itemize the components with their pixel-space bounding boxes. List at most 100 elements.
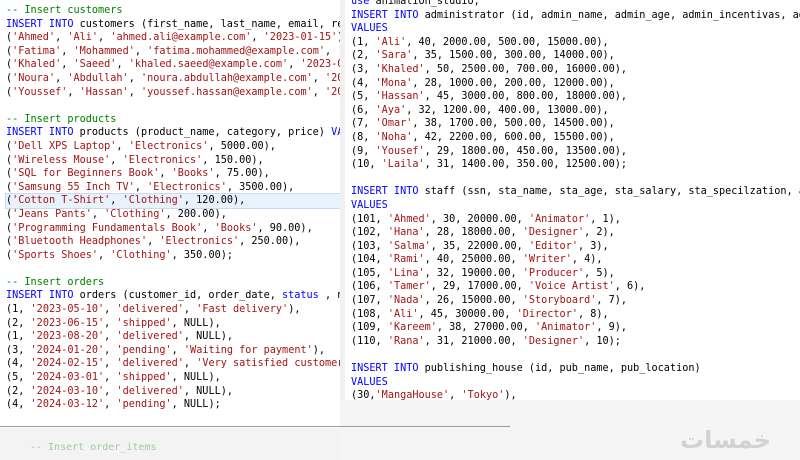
code-token: (104, [351, 254, 388, 266]
code-line[interactable]: (1, '2023-08-20', 'delivered', NULL), [6, 330, 340, 344]
code-token: (10, [351, 159, 382, 171]
code-line[interactable]: (2, 'Sara', 35, 1500.00, 300.00, 14000.0… [351, 49, 800, 63]
code-line[interactable]: ('Bluetooth Headphones', 'Electronics', … [6, 235, 340, 249]
code-token: , 150.00), [202, 154, 264, 166]
code-line[interactable]: (4, 'Mona', 28, 1000.00, 200.00, 12000.0… [351, 77, 800, 91]
code-line[interactable]: (1, '2023-05-10', 'delivered', 'Fast del… [6, 303, 340, 317]
code-token: , 29, 17000.00, [430, 281, 529, 293]
code-token: , [104, 358, 117, 370]
sql-string: 'khaled.saeed@example.com' [128, 59, 289, 71]
sql-string: 'Designer' [522, 227, 585, 239]
right-sql-editor[interactable]: use animation_studio; INSERT INTO adminis… [345, 0, 800, 400]
code-line[interactable] [351, 348, 800, 362]
code-token: (110, [351, 335, 388, 347]
code-token: , [104, 317, 117, 329]
code-line[interactable]: (102, 'Hana', 28, 18000.00, 'Designer', … [351, 226, 800, 240]
code-line[interactable]: ('Fatima', 'Mohammed', 'fatima.mohammed@… [6, 45, 340, 59]
trailing-comment: -- Insert order_items [30, 442, 157, 453]
code-line[interactable]: INSERT INTO staff (ssn, sta_name, sta_ag… [351, 185, 800, 199]
code-line[interactable] [351, 172, 800, 186]
code-line[interactable] [6, 99, 340, 113]
code-line[interactable]: (8, 'Noha', 42, 2200.00, 600.00, 15500.0… [351, 131, 800, 145]
code-line[interactable]: (107, 'Nada', 26, 15000.00, 'Storyboard'… [351, 294, 800, 308]
code-line[interactable]: INSERT INTO orders (customer_id, order_d… [6, 289, 340, 303]
code-line[interactable]: (2, '2024-03-10', 'delivered', NULL), [6, 385, 340, 399]
sql-string: 'Laila' [381, 159, 425, 171]
code-line[interactable]: ('Wireless Mouse', 'Electronics', 150.00… [6, 154, 340, 168]
code-line[interactable]: ('Jeans Pants', 'Clothing', 200.00), [6, 208, 340, 222]
code-line[interactable]: -- Insert customers [6, 4, 340, 18]
code-line[interactable]: (101, 'Ahmed', 30, 20000.00, 'Animator',… [351, 213, 800, 227]
code-line[interactable]: VALUES [351, 22, 800, 36]
sql-string: 'Rana' [387, 335, 425, 347]
code-token: animation_studio; [375, 0, 480, 7]
code-line[interactable]: INSERT INTO publishing_house (id, pub_na… [351, 362, 800, 376]
sql-string: 'Storyboard' [522, 295, 597, 307]
code-token: , 35, 1500.00, 300.00, 14000.00), [412, 50, 615, 62]
code-token: , 42, 2200.00, 600.00, 15500.00), [412, 131, 615, 143]
sql-keyword: use [351, 0, 376, 7]
code-line[interactable]: (105, 'Lina', 32, 19000.00, 'Producer', … [351, 267, 800, 281]
code-line[interactable]: (104, 'Rami', 40, 25000.00, 'Writer', 4)… [351, 253, 800, 267]
code-line[interactable]: (4, '2024-03-12', 'pending', NULL); [6, 398, 340, 412]
code-line[interactable]: ('SQL for Beginners Book', 'Books', 75.0… [6, 167, 340, 181]
code-line[interactable]: ('Samsung 55 Inch TV', 'Electronics', 35… [6, 181, 340, 195]
code-line[interactable]: (10, 'Laila', 31, 1400.00, 350.00, 12500… [351, 158, 800, 172]
sql-string: 'Books' [214, 222, 258, 234]
left-sql-editor[interactable]: -- Insert customers INSERT INTO customers… [0, 0, 340, 428]
code-line[interactable]: (5, 'Hassan', 45, 3000.00, 800.00, 18000… [351, 90, 800, 104]
sql-string: 'Sara' [375, 50, 413, 62]
code-line[interactable]: ('Ahmed', 'Ali', 'ahmed.ali@example.com'… [6, 31, 340, 45]
code-line[interactable]: use animation_studio; [351, 0, 800, 9]
code-line[interactable]: -- Insert products [6, 113, 340, 127]
code-line[interactable]: (1, 'Ali', 40, 2000.00, 500.00, 15000.00… [351, 36, 800, 50]
code-line[interactable]: -- Insert orders [6, 276, 340, 290]
code-line[interactable]: (4, '2024-02-15', 'delivered', 'Very sat… [6, 357, 340, 371]
code-line[interactable]: VALUES [351, 199, 800, 213]
sql-string: 'Aya' [375, 104, 407, 116]
code-line[interactable]: (9, 'Yousef', 29, 1800.00, 450.00, 13500… [351, 145, 800, 159]
left-code-block[interactable]: -- Insert customers INSERT INTO customers… [5, 4, 340, 412]
code-line[interactable]: VALUES [351, 376, 800, 390]
code-token: (2, [6, 385, 31, 397]
sql-string: 'Electronics' [147, 181, 227, 193]
code-line[interactable]: (2, '2023-06-15', 'shipped', NULL), [6, 317, 340, 331]
code-token: , note [324, 290, 340, 302]
code-line[interactable]: ('Noura', 'Abdullah', 'noura.abdullah@ex… [6, 72, 340, 86]
code-line[interactable]: (108, 'Ali', 45, 30000.00, 'Director', 8… [351, 308, 800, 322]
code-line[interactable]: (103, 'Salma', 35, 22000.00, 'Editor', 3… [351, 240, 800, 254]
right-code-block[interactable]: use animation_studio; INSERT INTO adminis… [351, 0, 800, 400]
sql-keyword: INSERT INTO [6, 18, 80, 30]
sql-string: '2023-01-15' [263, 32, 338, 44]
code-line[interactable]: INSERT INTO customers (first_name, last_… [6, 18, 340, 32]
code-line[interactable]: INSERT INTO products (product_name, cate… [6, 126, 340, 140]
sql-string: 'Sports Shoes' [12, 249, 99, 261]
code-line[interactable]: ('Cotton T-Shirt', 'Clothing', 120.00), [5, 193, 340, 209]
code-token: , 31, 1400.00, 350.00, 12500.00); [424, 159, 628, 171]
code-line[interactable]: (110, 'Rana', 31, 21000.00, 'Designer', … [351, 335, 800, 349]
sql-string: 'delivered' [116, 385, 184, 397]
code-line[interactable]: ('Programming Fundamentals Book', 'Books… [6, 222, 340, 236]
code-line[interactable]: ('Youssef', 'Hassan', 'youssef.hassan@ex… [6, 86, 340, 100]
code-token: publishing_house (id, pub_name, pub_loca… [424, 363, 701, 375]
code-line[interactable]: (3, '2024-01-20', 'pending', 'Waiting fo… [6, 344, 340, 358]
sql-string: 'delivered' [116, 304, 184, 316]
code-line[interactable]: (7, 'Omar', 38, 1700.00, 500.00, 14500.0… [351, 117, 800, 131]
code-line[interactable] [6, 262, 340, 276]
sql-keyword: VALUES [351, 23, 388, 35]
code-line[interactable]: ('Sports Shoes', 'Clothing', 350.00); [6, 249, 340, 263]
sql-string: 'Electronics' [128, 140, 209, 152]
sql-string: 'pending' [116, 399, 172, 411]
code-line[interactable]: ('Dell XPS Laptop', 'Electronics', 5000.… [6, 140, 340, 154]
code-token: , 10); [584, 335, 621, 347]
code-token: , [110, 154, 123, 166]
code-line[interactable]: (106, 'Tamer', 29, 17000.00, 'Voice Arti… [351, 280, 800, 294]
code-line[interactable]: ('Khaled', 'Saeed', 'khaled.saeed@exampl… [6, 58, 340, 72]
code-line[interactable]: (3, 'Khaled', 50, 2500.00, 700.00, 16000… [351, 63, 800, 77]
code-line[interactable]: (6, 'Aya', 32, 1200.00, 400.00, 13000.00… [351, 104, 800, 118]
code-line[interactable]: (109, 'Kareem', 38, 27000.00, 'Animator'… [351, 321, 800, 335]
code-line[interactable]: (30,'MangaHouse', 'Tokyo'), [351, 389, 800, 400]
code-line[interactable]: INSERT INTO administrator (id, admin_nam… [351, 9, 800, 23]
sql-string: 'Hassan' [375, 91, 425, 103]
code-line[interactable]: (5, '2024-03-01', 'shipped', NULL), [6, 371, 340, 385]
